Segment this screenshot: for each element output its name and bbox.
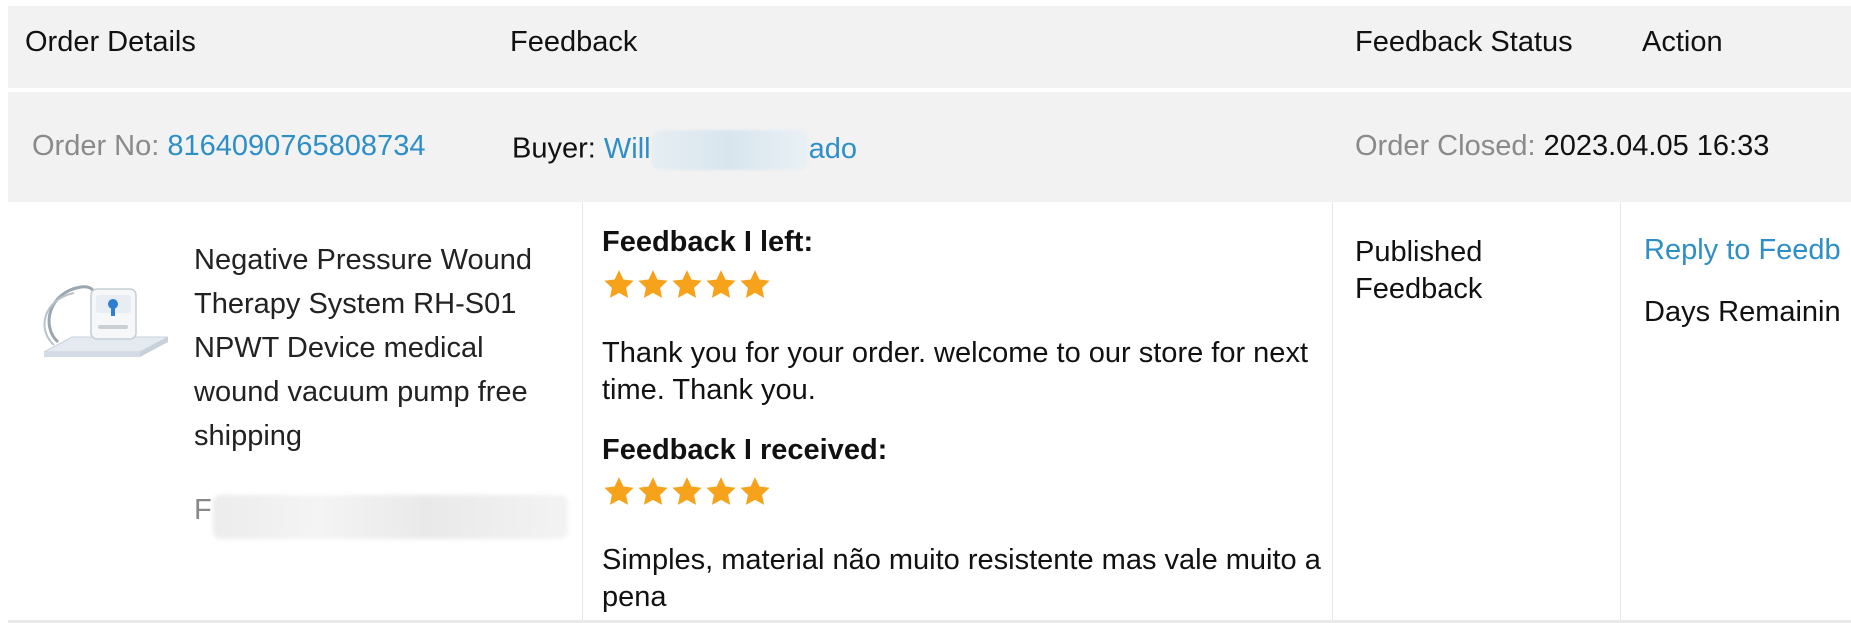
star-icon: [638, 270, 668, 298]
feedback-received-text: Simples, material não muito resistente m…: [602, 544, 1321, 613]
column-divider: [582, 202, 583, 620]
star-icon: [740, 270, 770, 298]
buyer-label: Buyer:: [512, 132, 596, 165]
star-icon: [706, 477, 736, 505]
feedback-status: Published Feedback: [1355, 236, 1483, 305]
product-extra-prefix: F: [194, 494, 212, 526]
order-summary-row: Order No: 8164090765808734 Buyer: Will ad…: [8, 92, 1851, 202]
star-icon: [740, 477, 770, 505]
table-header: Order Details Feedback Feedback Status A…: [8, 6, 1851, 88]
header-action: Action: [1642, 26, 1723, 58]
order-closed-label: Order Closed:: [1355, 130, 1536, 162]
feedback-left-text: Thank you for your order. welcome to our…: [602, 337, 1308, 406]
star-icon: [604, 270, 634, 298]
reply-to-feedback-link[interactable]: Reply to Feedb: [1644, 234, 1841, 267]
star-icon: [604, 477, 634, 505]
star-icon: [638, 477, 668, 505]
product-title[interactable]: Negative Pressure Wound Therapy System R…: [194, 238, 574, 458]
order-closed: Order Closed: 2023.04.05 16:33: [1355, 130, 1769, 163]
star-icon: [672, 477, 702, 505]
buyer-name-start: Will: [603, 132, 651, 165]
header-order-details: Order Details: [25, 26, 196, 58]
days-remaining-label: Days Remainin: [1644, 296, 1841, 328]
column-divider: [1332, 202, 1333, 620]
buyer-info: Buyer: Will ado: [512, 130, 857, 170]
feedback-left-rating: [602, 268, 772, 302]
feedback-received-heading: Feedback I received:: [602, 434, 888, 466]
star-icon: [706, 270, 736, 298]
feedback-received-rating: [602, 475, 772, 509]
star-icon: [672, 270, 702, 298]
buyer-name-link[interactable]: Will ado: [603, 130, 857, 170]
feedback-management-page: Order Details Feedback Feedback Status A…: [0, 0, 1851, 623]
column-divider: [1620, 202, 1621, 620]
feedback-left-heading: Feedback I left:: [602, 226, 814, 258]
order-number: Order No: 8164090765808734: [32, 130, 425, 163]
redacted-buyer-name: [650, 130, 809, 170]
header-feedback-status: Feedback Status: [1355, 26, 1573, 58]
redacted-product-info: [213, 495, 568, 539]
order-closed-date: 2023.04.05 16:33: [1543, 130, 1770, 162]
order-no-label: Order No:: [32, 130, 160, 162]
order-no-link[interactable]: 8164090765808734: [167, 130, 425, 162]
product-thumbnail[interactable]: [36, 257, 170, 367]
order-detail-row: Negative Pressure Wound Therapy System R…: [8, 202, 1851, 620]
header-feedback: Feedback: [510, 26, 638, 58]
buyer-name-end: ado: [808, 132, 857, 165]
